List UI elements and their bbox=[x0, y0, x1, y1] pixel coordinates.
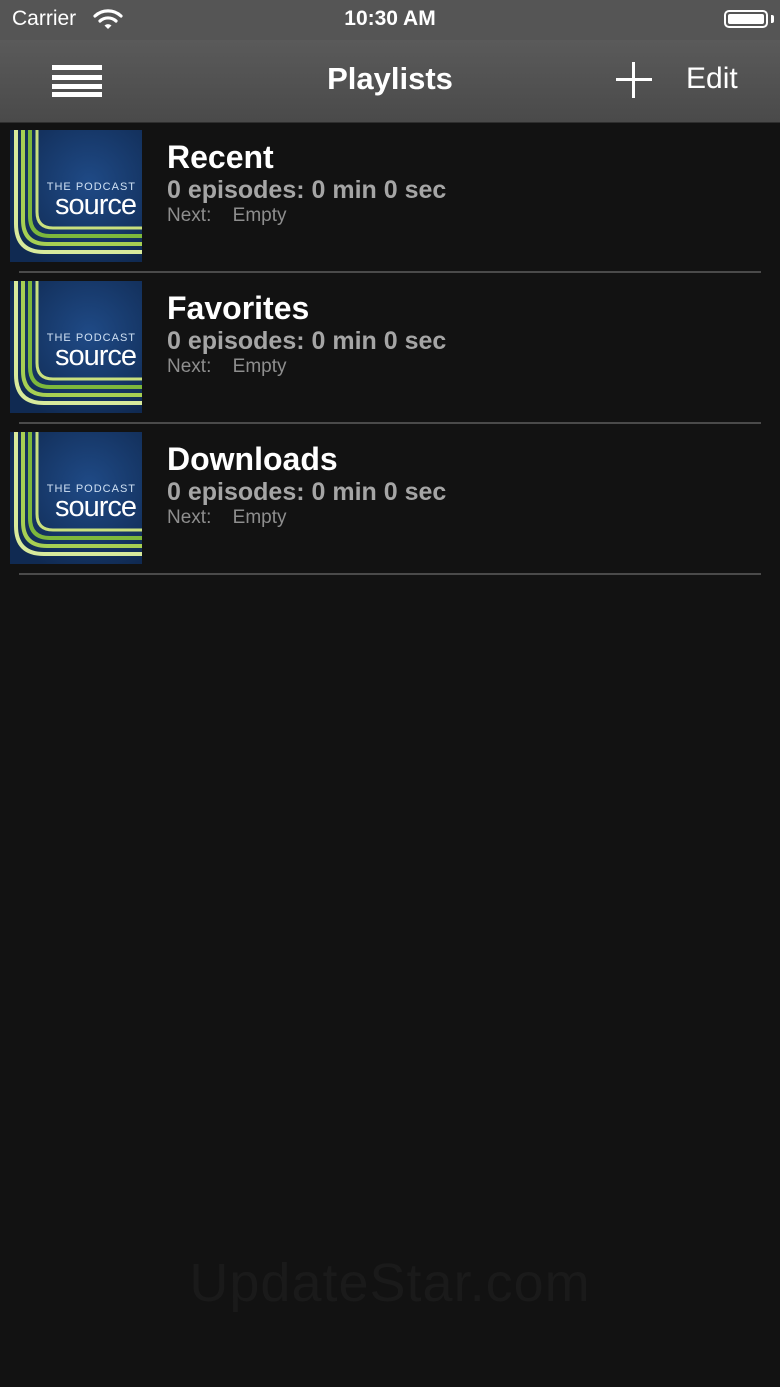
playlist-row[interactable]: THE PODCAST source Recent 0 episodes: 0 … bbox=[0, 122, 780, 273]
artwork-big-text: source bbox=[54, 491, 137, 523]
podcast-artwork: THE PODCAST source bbox=[10, 432, 142, 564]
playlist-next: Next: Empty bbox=[167, 205, 287, 227]
artwork-big-text: source bbox=[54, 189, 137, 221]
next-value: Empty bbox=[232, 507, 287, 528]
next-label: Next: bbox=[167, 205, 212, 226]
next-label: Next: bbox=[167, 507, 212, 528]
battery-icon bbox=[724, 10, 768, 28]
navigation-bar: Playlists Edit bbox=[0, 40, 780, 123]
next-value: Empty bbox=[232, 356, 287, 377]
artwork-big-text: source bbox=[54, 340, 137, 372]
add-playlist-icon[interactable] bbox=[616, 62, 652, 98]
playlist-row[interactable]: THE PODCAST source Favorites 0 episodes:… bbox=[0, 273, 780, 424]
watermark: UpdateStar.com bbox=[189, 1253, 591, 1313]
playlist-summary: 0 episodes: 0 min 0 sec bbox=[167, 176, 447, 204]
playlist-next: Next: Empty bbox=[167, 356, 287, 378]
playlist-summary: 0 episodes: 0 min 0 sec bbox=[167, 327, 447, 355]
battery-cap bbox=[771, 15, 774, 23]
podcast-artwork: THE PODCAST source bbox=[10, 130, 142, 262]
playlist-next: Next: Empty bbox=[167, 507, 287, 529]
playlist-row[interactable]: THE PODCAST source Downloads 0 episodes:… bbox=[0, 424, 780, 575]
podcast-artwork: THE PODCAST source bbox=[10, 281, 142, 413]
playlist-title: Downloads bbox=[167, 441, 338, 477]
playlist-title: Favorites bbox=[167, 290, 310, 326]
page-title: Playlists bbox=[327, 61, 453, 96]
next-label: Next: bbox=[167, 356, 212, 377]
playlist-title: Recent bbox=[167, 139, 274, 175]
playlist-summary: 0 episodes: 0 min 0 sec bbox=[167, 478, 447, 506]
status-time: 10:30 AM bbox=[344, 7, 436, 30]
row-divider bbox=[19, 573, 761, 575]
edit-button[interactable]: Edit bbox=[686, 62, 738, 96]
playlist-list: THE PODCAST source Recent 0 episodes: 0 … bbox=[0, 122, 780, 575]
next-value: Empty bbox=[232, 205, 287, 226]
status-bar: Carrier 10:30 AM bbox=[0, 0, 780, 40]
